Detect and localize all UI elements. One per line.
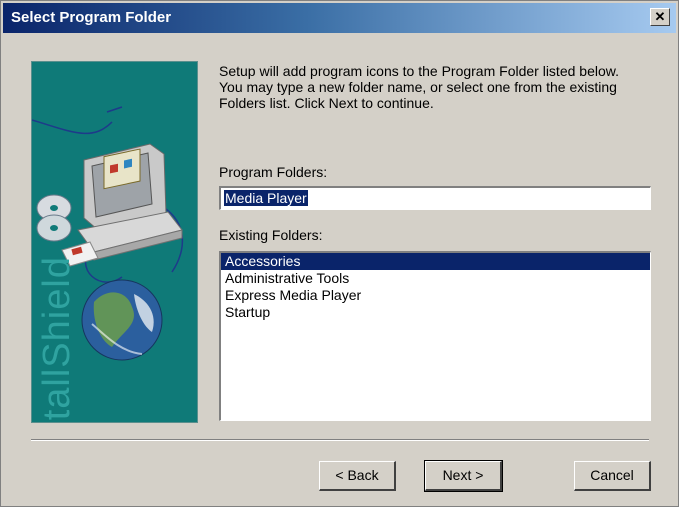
installshield-graphic-panel: InstallShield [31,61,198,423]
installshield-watermark: InstallShield [36,256,78,423]
list-item[interactable]: Startup [221,304,650,321]
setup-dialog: Select Program Folder ✕ InstallShield Se… [0,0,679,507]
close-button[interactable]: ✕ [650,8,670,26]
cancel-button[interactable]: Cancel [574,461,651,491]
window-title: Select Program Folder [11,9,172,26]
close-icon: ✕ [654,9,666,24]
list-item[interactable]: Express Media Player [221,287,650,304]
computer-icon [77,143,183,261]
globe-icon [81,279,163,361]
program-folder-input[interactable]: Media Player [219,186,651,210]
instruction-text: Setup will add program icons to the Prog… [219,63,619,111]
program-folders-label: Program Folders: [219,164,328,180]
title-bar[interactable]: Select Program Folder ✕ [3,3,676,33]
button-separator [31,439,649,441]
list-item[interactable]: Administrative Tools [221,270,650,287]
next-button[interactable]: Next > [424,460,503,492]
program-folder-value: Media Player [224,190,308,206]
list-item[interactable]: Accessories [221,253,650,270]
existing-folders-label: Existing Folders: [219,227,323,243]
back-button[interactable]: < Back [319,461,396,491]
existing-folders-list[interactable]: Accessories Administrative Tools Express… [219,251,651,421]
